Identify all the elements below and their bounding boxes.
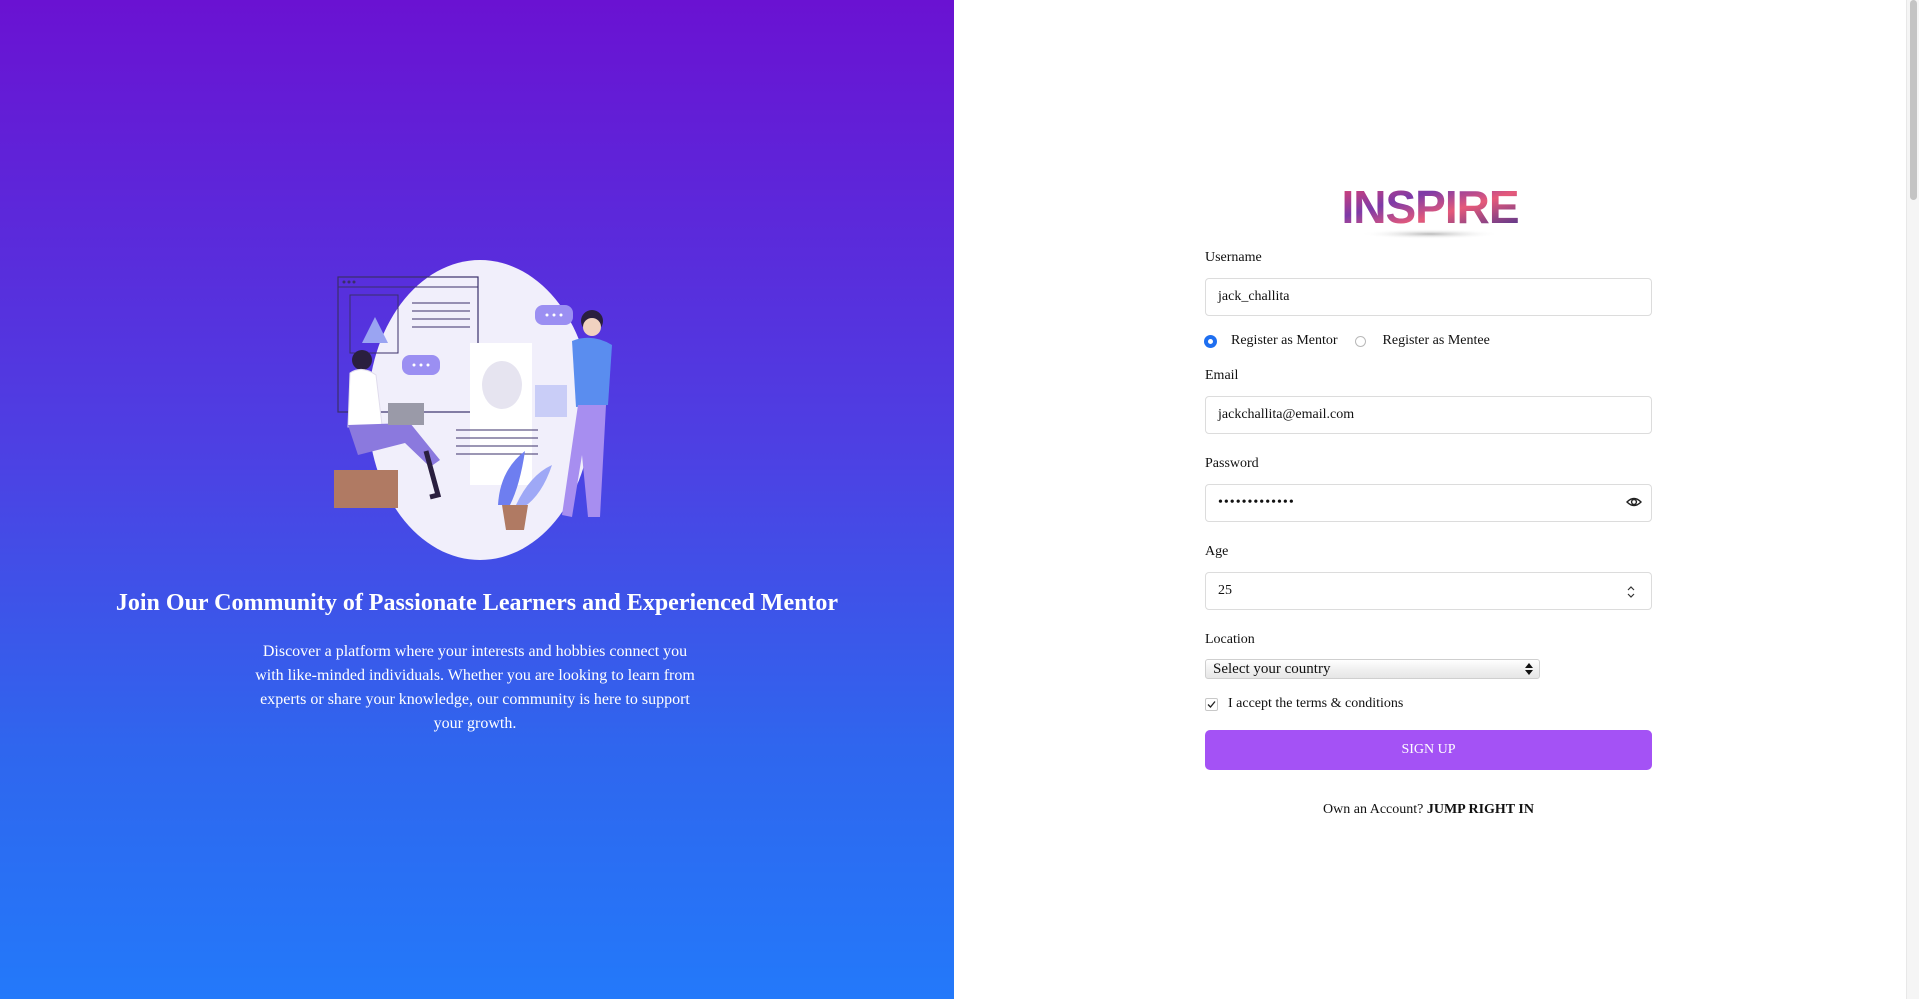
- terms-row: I accept the terms & conditions: [1205, 696, 1403, 712]
- login-prompt: Own an Account?: [1323, 802, 1424, 817]
- role-selector: Register as Mentor Register as Mentee: [1205, 330, 1490, 352]
- sign-up-button[interactable]: SIGN UP: [1205, 730, 1652, 770]
- country-select-value: Select your country: [1213, 660, 1331, 677]
- email-input[interactable]: jackchallita@email.com: [1205, 396, 1652, 434]
- login-prompt-row: Own an Account? JUMP RIGHT IN: [1205, 802, 1652, 818]
- age-label: Age: [1205, 544, 1229, 559]
- hero-headline: Join Our Community of Passionate Learner…: [115, 590, 839, 616]
- mentee-radio-label[interactable]: Register as Mentee: [1383, 333, 1490, 349]
- svg-text:INSPIRE: INSPIRE: [1341, 181, 1518, 233]
- terms-checkbox[interactable]: [1205, 697, 1218, 711]
- inspire-logo: INSPIRE: [1341, 181, 1520, 239]
- location-label: Location: [1205, 632, 1255, 647]
- country-select[interactable]: Select your country: [1205, 659, 1540, 679]
- show-password-icon[interactable]: [1626, 494, 1642, 510]
- scrollbar-thumb[interactable]: [1910, 0, 1917, 200]
- hero-description: Discover a platform where your interests…: [255, 643, 695, 732]
- mentor-radio[interactable]: [1205, 335, 1216, 347]
- community-illustration: [334, 260, 612, 560]
- select-arrows-icon: [1525, 663, 1533, 675]
- vertical-scrollbar[interactable]: [1906, 0, 1919, 999]
- mentee-radio[interactable]: [1354, 335, 1366, 347]
- jump-right-in-link[interactable]: JUMP RIGHT IN: [1427, 802, 1534, 817]
- terms-label[interactable]: I accept the terms & conditions: [1228, 696, 1403, 712]
- hero-panel: Join Our Community of Passionate Learner…: [0, 0, 954, 999]
- username-label: Username: [1205, 250, 1262, 265]
- mentor-radio-label[interactable]: Register as Mentor: [1231, 333, 1338, 349]
- checkmark-icon: [1207, 700, 1216, 708]
- password-input[interactable]: •••••••••••••: [1205, 484, 1652, 522]
- username-input[interactable]: jack_challita: [1205, 278, 1652, 316]
- email-label: Email: [1205, 368, 1239, 383]
- age-input[interactable]: 25: [1205, 572, 1652, 610]
- password-label: Password: [1205, 456, 1259, 471]
- age-stepper-icon[interactable]: [1626, 583, 1636, 601]
